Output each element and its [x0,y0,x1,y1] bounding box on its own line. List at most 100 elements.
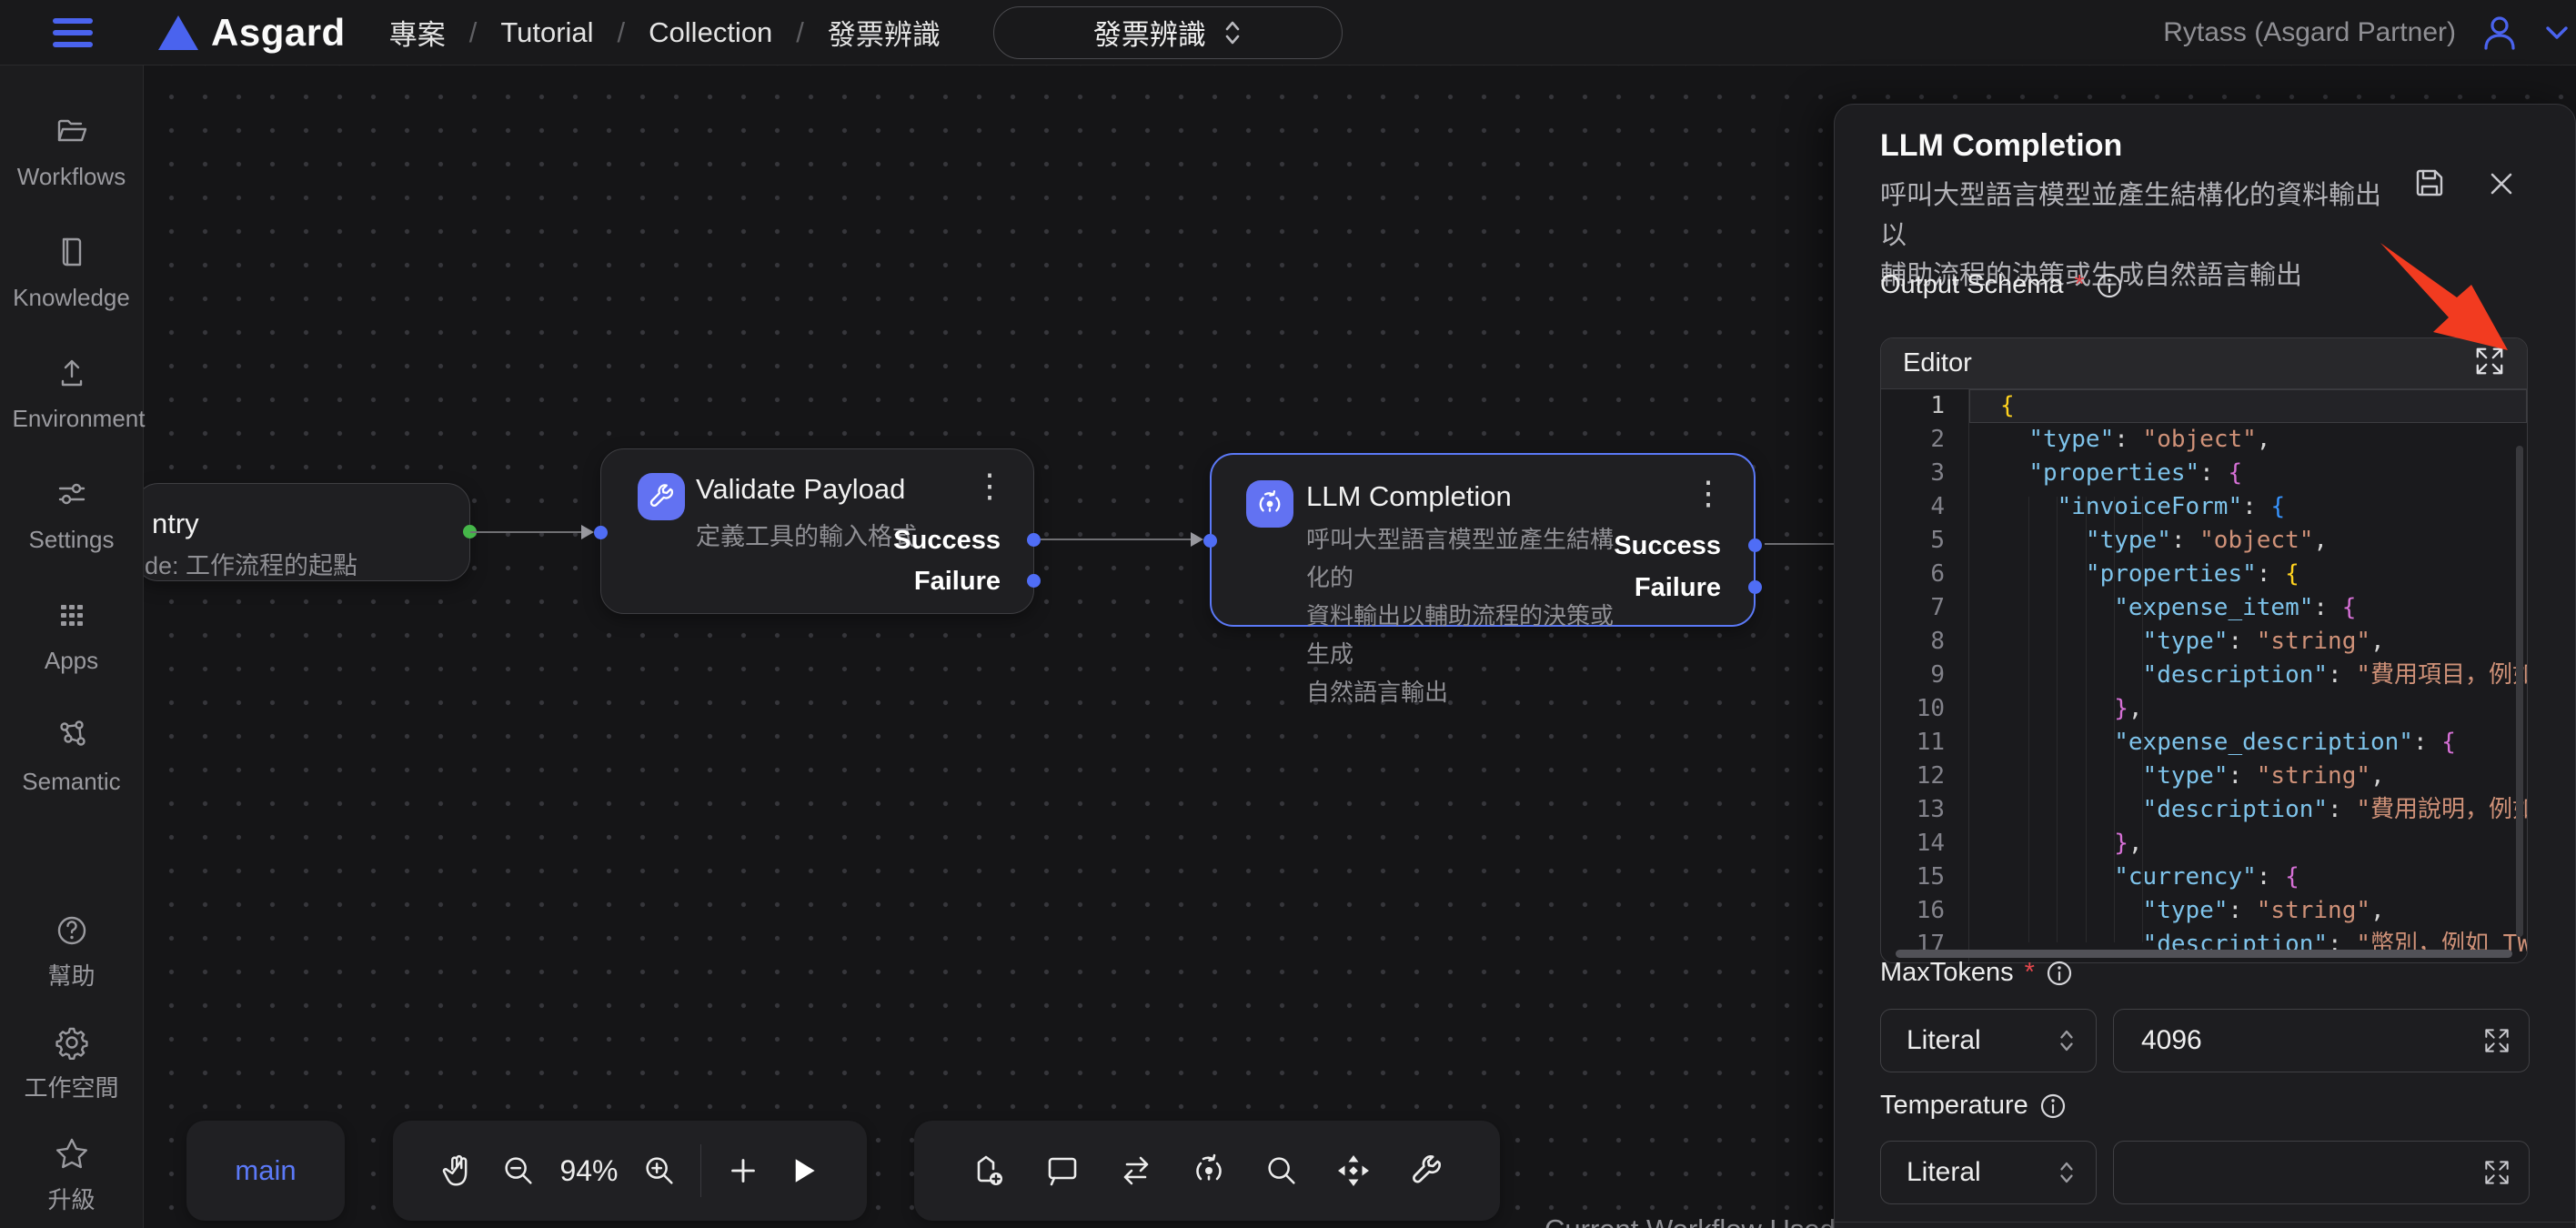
editor-code-line[interactable]: 11 "expense_description": { [1881,726,2527,760]
editor-code-line[interactable]: 14 }, [1881,827,2527,861]
code-text: "type": "string", [1968,760,2527,793]
add-node-icon[interactable] [970,1151,1010,1191]
add-icon[interactable] [724,1152,762,1190]
sidebar-item-workflows[interactable]: Workflows [0,113,143,192]
sidebar-item-settings[interactable]: Settings [0,476,143,555]
validate-failure-port[interactable] [1027,574,1041,588]
code-text: "description": "費用項目，例如停車 [1968,659,2527,692]
editor-code[interactable]: 1{2 "type": "object",3 "properties": {4 … [1881,389,2527,963]
info-icon[interactable] [2096,272,2123,299]
editor-code-line[interactable]: 8 "type": "string", [1881,625,2527,659]
schema-editor[interactable]: Editor 1{2 "type": "object",3 "propertie… [1880,337,2528,963]
failure-port-label: Failure [1635,573,1721,603]
close-icon[interactable] [2486,168,2517,204]
pan-icon[interactable] [1333,1151,1374,1191]
editor-code-line[interactable]: 7 "expense_item": { [1881,591,2527,625]
breadcrumb-item[interactable]: 發票辨識 [828,12,941,53]
sidebar-item-升級[interactable]: 升級 [0,1136,143,1215]
zoom-out-icon[interactable] [499,1152,538,1190]
info-icon[interactable] [2039,1092,2067,1120]
account-name: Rytass (Asgard Partner) [2163,17,2456,48]
editor-code-line[interactable]: 12 "type": "string", [1881,760,2527,793]
temperature-mode-select[interactable]: Literal [1880,1141,2097,1204]
app-window: Asgard 專案/Tutorial/Collection/發票辨識 發票辨識 … [0,0,2576,1228]
editor-code-line[interactable]: 9 "description": "費用項目，例如停車 [1881,659,2527,692]
editor-code-line[interactable]: 5 "type": "object", [1881,524,2527,558]
save-icon[interactable] [2411,165,2448,206]
editor-code-line[interactable]: 6 "properties": { [1881,558,2527,591]
editor-code-line[interactable]: 2 "type": "object", [1881,423,2527,457]
menu-icon[interactable] [53,18,93,47]
status-text: Current Workflow Used [1545,1213,1836,1228]
sidebar-item-label: 工作空間 [24,1072,118,1103]
comment-icon[interactable] [1042,1151,1082,1191]
llm-tool-icon[interactable] [1189,1151,1229,1191]
sidebar-item-label: Semantic [22,766,120,797]
breadcrumb-item[interactable]: 專案 [389,12,446,53]
editor-code-line[interactable]: 10 }, [1881,692,2527,726]
info-icon[interactable] [2046,960,2073,987]
editor-code-line[interactable]: 16 "type": "string", [1881,894,2527,928]
editor-horizontal-scrollbar[interactable] [1896,950,2512,958]
expand-icon[interactable] [2474,346,2505,381]
branch-name: main [235,1154,296,1187]
line-number: 2 [1881,423,1968,457]
line-number: 10 [1881,692,1968,726]
code-text: "description": "費用說明，例如說明 [1968,793,2527,827]
temperature-input[interactable] [2119,1157,2483,1188]
panel-title: LLM Completion [1880,128,2122,164]
editor-code-line[interactable]: 13 "description": "費用說明，例如說明 [1881,793,2527,827]
sidebar-item-幫助[interactable]: 幫助 [0,912,143,991]
maxtokens-mode-select[interactable]: Literal [1880,1009,2097,1072]
llm-completion-node[interactable]: LLM Completion 呼叫大型語言模型並產生結構化的 資料輸出以輔助流程… [1210,453,1756,627]
sidebar-item-semantic[interactable]: Semantic [0,718,143,797]
line-number: 11 [1881,726,1968,760]
llm-success-port[interactable] [1748,539,1762,552]
workflow-selector[interactable]: 發票辨識 [993,6,1343,59]
sidebar-item-knowledge[interactable]: Knowledge [0,234,143,313]
maxtokens-input[interactable] [2119,1025,2483,1056]
breadcrumb-separator: / [469,16,478,49]
zoom-in-icon[interactable] [640,1152,679,1190]
validate-node-subtitle: 定義工具的輸入格式 [696,517,917,552]
llm-input-port[interactable] [1203,534,1217,548]
validate-success-port[interactable] [1027,533,1041,547]
sidebar-item-工作空間[interactable]: 工作空間 [0,1024,143,1103]
breadcrumb-item[interactable]: Collection [649,16,772,49]
sidebar-footer: 幫助工作空間升級 [0,912,143,1228]
sidebar-item-apps[interactable]: Apps [0,597,143,676]
code-text: "type": "object", [1968,524,2527,558]
branch-button[interactable]: main [186,1121,345,1221]
entry-node-subtitle: de: 工作流程的起點 [145,546,357,581]
editor-code-line[interactable]: 15 "currency": { [1881,861,2527,894]
editor-vertical-scrollbar[interactable] [2516,446,2523,937]
llm-failure-port[interactable] [1748,580,1762,594]
indent-guide [2086,497,2087,942]
temperature-mode-value: Literal [1907,1157,1981,1188]
editor-code-line[interactable]: 1{ [1881,389,2527,423]
expand-icon[interactable] [2483,1159,2511,1186]
edge-entry-validate-arrowhead [581,525,594,539]
node-menu-icon[interactable]: ⋮ [973,469,1006,502]
search-icon[interactable] [1263,1152,1301,1190]
validate-payload-node[interactable]: Validate Payload 定義工具的輸入格式 ⋮ Success Fai… [600,448,1034,614]
maxtokens-input-wrap [2113,1009,2530,1072]
editor-code-line[interactable]: 4 "invoiceForm": { [1881,490,2527,524]
editor-code-line[interactable]: 3 "properties": { [1881,457,2527,490]
breadcrumb-item[interactable]: Tutorial [500,16,593,49]
swap-connection-icon[interactable] [1116,1151,1156,1191]
entry-node[interactable]: ntry de: 工作流程的起點 [144,483,470,581]
expand-icon[interactable] [2483,1027,2511,1054]
upgrade-icon [54,1136,90,1177]
sidebar-item-environment[interactable]: Environment [0,355,143,434]
code-text: "currency": { [1968,861,2527,894]
hand-tool-icon[interactable] [438,1152,477,1190]
indent-guide [2142,497,2143,942]
wrench-icon[interactable] [1407,1152,1445,1190]
run-icon[interactable] [784,1153,820,1189]
node-menu-icon[interactable]: ⋮ [1692,477,1725,509]
validate-input-port[interactable] [594,526,608,539]
account-menu[interactable]: Rytass (Asgard Partner) [2163,13,2576,53]
sidebar-item-label: Apps [45,645,98,676]
settings-icon [54,476,90,517]
